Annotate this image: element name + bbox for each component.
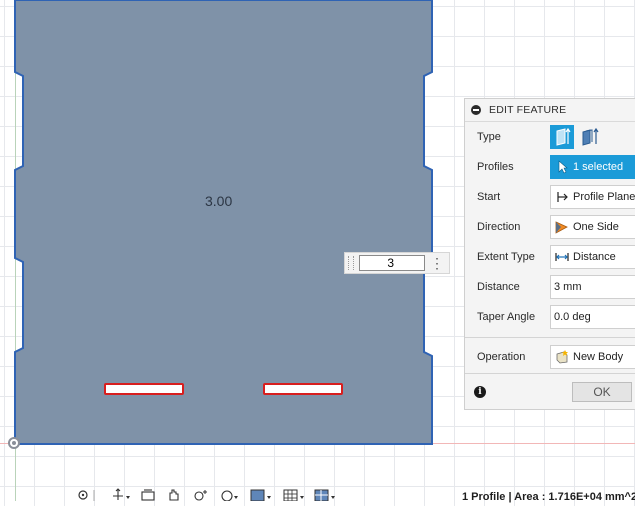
panel-title: EDIT FEATURE xyxy=(489,104,567,116)
status-bar-text: 1 Profile | Area : 1.716E+04 mm^2 xyxy=(462,491,635,503)
type-label: Type xyxy=(477,131,501,143)
chevron-down-icon[interactable] xyxy=(300,496,304,499)
operation-value: New Body xyxy=(573,351,624,363)
taper-angle-label: Taper Angle xyxy=(477,311,536,323)
panel-header: EDIT FEATURE xyxy=(465,99,635,122)
direction-dropdown[interactable]: One Side xyxy=(550,215,635,239)
pan-hand-icon[interactable] xyxy=(169,489,179,501)
toolbar-icons xyxy=(78,488,335,502)
extrude-thin-icon xyxy=(582,127,599,146)
taper-angle-input[interactable]: 0.0 deg xyxy=(550,305,635,329)
edit-feature-panel: EDIT FEATURE Type Profiles 1 selected St… xyxy=(464,98,635,410)
extent-type-value: Distance xyxy=(573,251,616,263)
distance-value: 3 mm xyxy=(554,281,582,293)
extent-type-label: Extent Type xyxy=(477,251,535,263)
chevron-down-icon[interactable] xyxy=(267,496,271,499)
viewports-icon[interactable] xyxy=(314,489,329,502)
fit-view-icon[interactable] xyxy=(221,490,233,502)
distance-label: Distance xyxy=(477,281,520,293)
ok-button[interactable]: OK xyxy=(572,382,632,402)
move-icon[interactable] xyxy=(113,488,123,500)
orbit-icon[interactable] xyxy=(78,490,88,500)
operation-dropdown[interactable]: New Body xyxy=(550,345,635,369)
collapse-icon[interactable] xyxy=(471,105,481,115)
cursor-arrow-icon xyxy=(558,160,568,174)
direction-value: One Side xyxy=(573,221,619,233)
profiles-label: Profiles xyxy=(477,161,514,173)
start-value: Profile Plane xyxy=(573,191,635,203)
zoom-icon[interactable] xyxy=(194,490,207,501)
distance-input[interactable]: 3 mm xyxy=(550,275,635,299)
extent-type-dropdown[interactable]: Distance xyxy=(550,245,635,269)
new-body-icon xyxy=(556,350,568,364)
profiles-value: 1 selected xyxy=(573,161,624,173)
display-settings-icon[interactable] xyxy=(250,489,265,502)
start-label: Start xyxy=(477,191,501,203)
sketch-profile-body[interactable] xyxy=(14,0,433,445)
navigation-toolbar xyxy=(74,488,354,502)
distance-extent-icon xyxy=(555,253,569,261)
origin-point-icon[interactable] xyxy=(8,437,20,449)
taper-angle-value: 0.0 deg xyxy=(554,311,591,323)
section-divider xyxy=(465,337,635,338)
slot-right[interactable] xyxy=(263,383,343,395)
direction-label: Direction xyxy=(477,221,521,233)
drag-grip-icon[interactable] xyxy=(348,256,354,270)
chevron-down-icon[interactable] xyxy=(126,496,130,499)
type-thin-button[interactable] xyxy=(578,125,602,149)
type-solid-button[interactable] xyxy=(550,125,574,149)
start-dropdown[interactable]: Profile Plane xyxy=(550,185,635,209)
footer-divider xyxy=(465,373,635,374)
profile-plane-icon xyxy=(557,192,568,202)
chevron-down-icon[interactable] xyxy=(331,496,335,499)
dimension-input[interactable]: 3 xyxy=(359,255,425,271)
profiles-selector[interactable]: 1 selected xyxy=(550,155,635,179)
grid-settings-icon[interactable] xyxy=(283,489,298,502)
one-side-direction-icon xyxy=(555,221,568,234)
operation-label: Operation xyxy=(477,351,526,363)
info-icon[interactable]: i xyxy=(474,386,486,398)
dimension-label: 3.00 xyxy=(205,193,233,209)
dimension-input-box: 3 ⋮ xyxy=(344,252,450,274)
look-at-icon[interactable] xyxy=(141,489,155,501)
slot-left[interactable] xyxy=(104,383,184,395)
chevron-down-icon[interactable] xyxy=(234,496,238,499)
extrude-solid-icon xyxy=(556,127,571,146)
more-options-icon[interactable]: ⋮ xyxy=(430,256,444,270)
